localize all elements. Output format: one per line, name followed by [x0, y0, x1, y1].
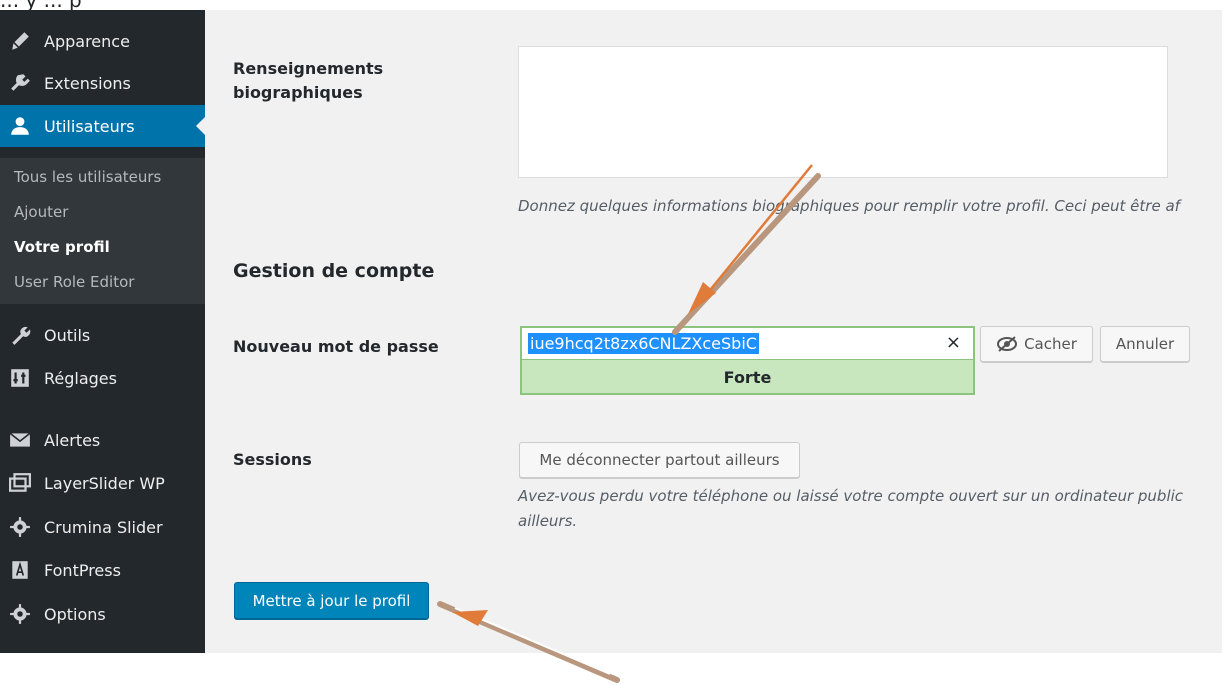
sidebar-item-layerslider-wp[interactable]: LayerSlider WP [0, 462, 205, 504]
password-strength-meter: Forte [723, 367, 772, 387]
section-title-account: Gestion de compte [233, 260, 435, 282]
hide-password-button[interactable]: Cacher [980, 326, 1093, 362]
password-value: iue9hcq2t8zx6CNLZXceSbiC [528, 333, 759, 354]
font-icon [8, 558, 32, 582]
sidebar-item-label: FontPress [44, 560, 121, 580]
settings-sliders-icon [8, 366, 32, 390]
password-input[interactable]: iue9hcq2t8zx6CNLZXceSbiC × [522, 328, 973, 360]
cancel-button[interactable]: Annuler [1100, 326, 1190, 362]
sidebar-item-crumina-slider[interactable]: Crumina Slider [0, 506, 205, 548]
sessions-description-line2: ailleurs. [518, 512, 578, 530]
plugin-icon [8, 71, 32, 95]
sidebar-item-label: Extensions [44, 73, 131, 93]
password-label: Nouveau mot de passe [233, 337, 439, 356]
bottom-strip [0, 653, 1222, 685]
sidebar-item-label: Réglages [44, 368, 117, 388]
eye-slash-icon [997, 336, 1018, 352]
sidebar-item-options[interactable]: Options [0, 593, 205, 635]
bio-textarea[interactable] [518, 46, 1168, 178]
submenu-item-ajouter[interactable]: Ajouter [14, 203, 68, 221]
sidebar-item-extensions[interactable]: Extensions [0, 62, 205, 104]
logout-everywhere-button[interactable]: Me déconnecter partout ailleurs [519, 442, 800, 478]
gear-icon [8, 602, 32, 626]
sidebar-item-outils[interactable]: Outils [0, 314, 205, 356]
sidebar-item-label: Utilisateurs [44, 116, 135, 136]
sidebar-item-label: LayerSlider WP [44, 473, 165, 493]
sessions-description-line1: Avez-vous perdu votre téléphone ou laiss… [518, 487, 1184, 505]
sidebar-item-alertes[interactable]: Alertes [0, 419, 205, 461]
sidebar-item-utilisateurs[interactable]: Utilisateurs [0, 105, 205, 147]
envelope-icon [8, 428, 32, 452]
clear-icon[interactable]: × [946, 332, 961, 353]
gear-icon [8, 515, 32, 539]
bio-label: Renseignements biographiques [233, 59, 384, 102]
brush-icon [8, 29, 32, 53]
password-field-group: iue9hcq2t8zx6CNLZXceSbiC × Forte [520, 326, 975, 395]
user-icon [8, 114, 32, 138]
sidebar-item-fontpress[interactable]: FontPress [0, 549, 205, 591]
admin-sidebar: Apparence Extensions Utilisateurs Tous l… [0, 10, 205, 653]
sidebar-item-label: Crumina Slider [44, 517, 163, 537]
sidebar-item-label: Alertes [44, 430, 101, 450]
sidebar-item-apparence[interactable]: Apparence [0, 20, 205, 62]
submenu-item-tous-les-utilisateurs[interactable]: Tous les utilisateurs [14, 168, 161, 186]
profile-form: Renseignements biographiques Donnez quel… [205, 10, 1222, 653]
sidebar-item-label: Apparence [44, 31, 130, 51]
bio-description: Donnez quelques informations biographiqu… [518, 197, 1180, 215]
layers-icon [8, 471, 32, 495]
sessions-label: Sessions [233, 450, 312, 469]
sidebar-item-reglages[interactable]: Réglages [0, 357, 205, 399]
users-submenu: Tous les utilisateurs Ajouter Votre prof… [0, 158, 205, 304]
sidebar-item-label: Options [44, 604, 106, 624]
submenu-item-votre-profil[interactable]: Votre profil [14, 238, 110, 256]
wrench-icon [8, 323, 32, 347]
update-profile-button[interactable]: Mettre à jour le profil [234, 582, 429, 619]
submenu-item-user-role-editor[interactable]: User Role Editor [14, 273, 134, 291]
sidebar-item-label: Outils [44, 325, 91, 345]
